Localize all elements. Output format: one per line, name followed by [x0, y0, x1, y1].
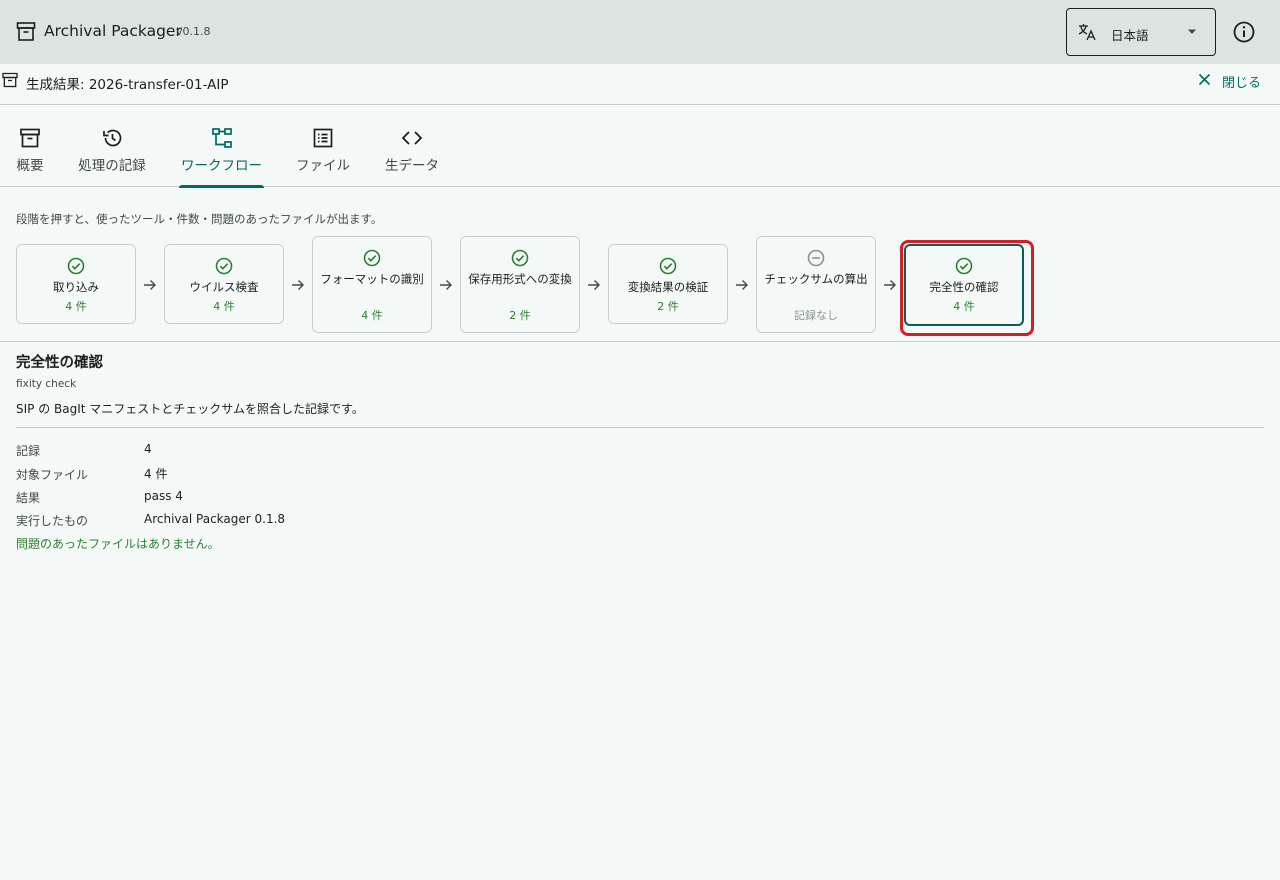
step-count: 4 件 [65, 300, 87, 313]
arrow-right-icon [884, 280, 896, 290]
step-name: 取り込み [53, 280, 99, 294]
close-button[interactable]: 閉じる [1196, 70, 1268, 92]
check-circle-icon [363, 249, 381, 267]
check-circle-icon [67, 257, 85, 275]
tab-label: 概要 [16, 158, 44, 174]
tab-history[interactable]: 処理の記録 [72, 105, 152, 187]
check-circle-icon [215, 257, 233, 275]
step-count: 2 件 [509, 309, 531, 322]
step-name: フォーマットの識別 [320, 272, 424, 286]
tab-label: ワークフロー [181, 158, 262, 174]
close-icon [1198, 73, 1211, 86]
code-icon [401, 131, 423, 145]
step-name: ウイルス検査 [189, 280, 259, 294]
step-count: 記録なし [794, 309, 838, 322]
detail-description: SIP の BagIt マニフェストとチェックサムを照合した記録です。 [16, 402, 364, 416]
step-name: チェックサムの算出 [764, 272, 868, 286]
step-count: 4 件 [953, 300, 975, 313]
list-icon [313, 128, 333, 148]
workflow-step-fixity-check[interactable]: 完全性の確認 4 件 [904, 244, 1024, 326]
divider [16, 427, 1264, 428]
detail-key: 記録 [16, 444, 41, 458]
workflow-step-ingest[interactable]: 取り込み 4 件 [16, 244, 136, 324]
step-name: 保存用形式への変換 [468, 272, 572, 286]
check-circle-icon [511, 249, 529, 267]
translate-icon [1078, 24, 1096, 41]
detail-subtitle: fixity check [16, 378, 77, 390]
app-title: Archival Packager [44, 22, 182, 40]
tab-label: 処理の記録 [78, 158, 146, 174]
language-value: 日本語 [1111, 28, 1149, 43]
app-bar: Archival Packager v0.1.8 日本語 [0, 0, 1280, 64]
check-circle-icon [955, 257, 973, 275]
step-count: 2 件 [657, 300, 679, 313]
active-tab-indicator [179, 185, 264, 188]
archive-icon [16, 22, 36, 41]
info-icon[interactable] [1231, 19, 1257, 45]
detail-value: 4 件 [144, 467, 168, 481]
workflow-hint: 段階を押すと、使ったツール・件数・問題のあったファイルが出ます。 [16, 212, 383, 226]
archive-icon [20, 128, 40, 148]
workflow-step-virus-check[interactable]: ウイルス検査 4 件 [164, 244, 284, 324]
workflow-step-format-identification[interactable]: フォーマットの識別 4 件 [312, 236, 432, 333]
detail-value: Archival Packager 0.1.8 [144, 512, 286, 526]
detail-key: 結果 [16, 491, 41, 505]
close-label: 閉じる [1222, 76, 1262, 91]
step-count: 4 件 [361, 309, 383, 322]
result-title: 生成結果: 2026-transfer-01-AIP [26, 77, 229, 93]
detail-value: pass 4 [144, 489, 183, 503]
tab-files[interactable]: ファイル [293, 105, 353, 187]
caret-down-icon [1188, 29, 1196, 34]
no-issues-message: 問題のあったファイルはありません。 [16, 537, 220, 551]
workflow-step-validation[interactable]: 変換結果の検証 2 件 [608, 244, 728, 324]
tab-raw-data[interactable]: 生データ [381, 105, 443, 187]
archive-icon [2, 72, 18, 88]
tab-label: 生データ [385, 158, 439, 174]
arrow-right-icon [588, 280, 600, 290]
history-icon [103, 129, 122, 147]
step-name: 変換結果の検証 [627, 280, 709, 294]
tab-label: ファイル [296, 158, 350, 174]
arrow-right-icon [144, 280, 156, 290]
arrow-right-icon [736, 280, 748, 290]
result-header: 生成結果: 2026-transfer-01-AIP 閉じる [0, 64, 1280, 105]
tab-bar: 概要 処理の記録 ワークフロー ファイル 生データ [0, 105, 1280, 188]
detail-title: 完全性の確認 [16, 355, 103, 371]
arrow-right-icon [440, 280, 452, 290]
check-circle-icon [659, 257, 677, 275]
minus-circle-icon [807, 249, 825, 267]
tab-workflow[interactable]: ワークフロー [179, 105, 264, 188]
arrow-right-icon [292, 280, 304, 290]
workflow-icon [211, 128, 232, 148]
step-count: 4 件 [213, 300, 235, 313]
language-select[interactable]: 日本語 [1066, 8, 1216, 56]
tab-overview[interactable]: 概要 [12, 105, 48, 187]
detail-key: 実行したもの [16, 514, 89, 528]
app-version: v0.1.8 [176, 25, 211, 38]
workflow-step-normalization[interactable]: 保存用形式への変換 2 件 [460, 236, 580, 333]
detail-key: 対象ファイル [16, 468, 89, 482]
detail-value: 4 [144, 442, 152, 456]
divider [0, 341, 1280, 342]
step-name: 完全性の確認 [929, 280, 999, 294]
workflow-step-checksum[interactable]: チェックサムの算出 記録なし [756, 236, 876, 333]
